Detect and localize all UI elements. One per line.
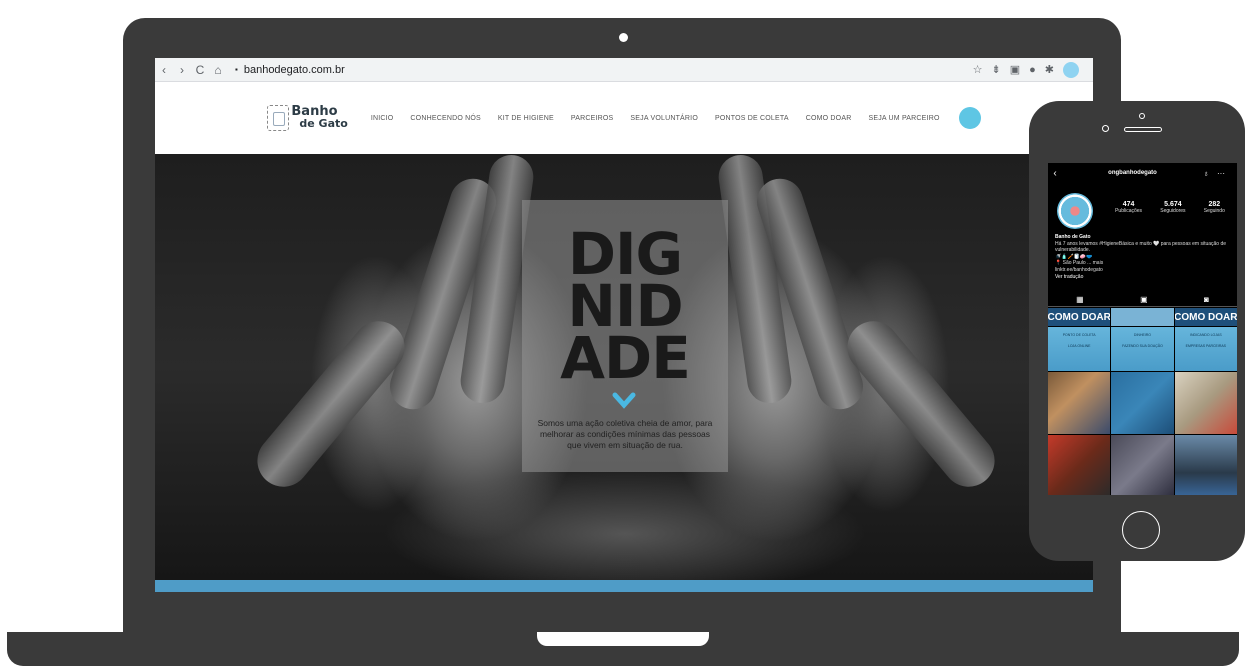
hero-bottom-strip (155, 580, 1093, 592)
url-text: banhodegato.com.br (243, 63, 345, 76)
ig-post[interactable]: DINHEIRO FAZENDO SUA DOAÇÃO (1111, 327, 1174, 371)
logo-mark-icon (267, 105, 290, 131)
tagged-icon[interactable]: ◙ (1204, 295, 1209, 304)
phone-speaker (1124, 127, 1162, 132)
hero-panel: DIG NID ADE Somos uma ação coletiva chei… (522, 200, 728, 472)
ig-bio: Banho de Gato Há 7 anos levamos #Higiene… (1055, 234, 1233, 280)
lock-icon: ▪ (235, 65, 238, 74)
address-bar[interactable]: ▪ banhodegato.com.br (235, 64, 345, 76)
ig-post[interactable] (1048, 372, 1111, 434)
phone-sensor (1139, 113, 1145, 119)
ig-post-grid: COMO DOAR COMO DOAR PONTO DE COLETA LOJA… (1048, 308, 1237, 495)
nav-item-pontos[interactable]: PONTOS DE COLETA (715, 115, 789, 122)
chevron-down-icon[interactable] (612, 388, 636, 412)
ig-stat-following[interactable]: 282 Seguindo (1204, 201, 1225, 214)
hand-image (836, 310, 1006, 498)
browser-toolbar: ‹ › C ⌂ ▪ banhodegato.com.br ☆ ⇟ ▣ ● ✱ (155, 58, 1093, 82)
ig-top-bar: ‹ ongbanhodegato ♁ ··· (1048, 167, 1237, 179)
reload-icon[interactable]: C (191, 63, 209, 77)
ig-name: Banho de Gato (1055, 234, 1091, 240)
ig-tabs: ▦ ▣ ◙ (1048, 293, 1237, 307)
instagram-profile: ‹ ongbanhodegato ♁ ··· 474 Publicações 5.… (1048, 163, 1237, 495)
phone-camera (1102, 125, 1109, 132)
profile-avatar[interactable] (1063, 61, 1079, 78)
donate-badge-icon[interactable] (958, 107, 981, 129)
ig-stats: 474 Publicações 5.674 Seguidores 282 Seguin… (1106, 201, 1234, 214)
laptop-notch (537, 632, 709, 646)
nav-item-conhecendo[interactable]: CONHECENDO NÓS (410, 115, 480, 122)
ig-translate[interactable]: Ver tradução (1055, 274, 1233, 281)
nav-item-voluntario[interactable]: SEJA VOLUNTÁRIO (630, 115, 698, 122)
ig-post[interactable] (1048, 435, 1111, 495)
hand-image (246, 310, 416, 498)
ig-post[interactable] (1111, 372, 1174, 434)
nav-item-seja-parceiro[interactable]: SEJA UM PARCEIRO (868, 115, 939, 122)
ig-post[interactable] (1111, 435, 1174, 495)
home-button[interactable] (1122, 511, 1160, 549)
back-arrow-icon[interactable]: ‹ (1048, 168, 1062, 179)
ig-post[interactable]: INDICANDO LOJAS EMPRESAS PARCEIRAS (1174, 327, 1237, 371)
nav-item-parceiros[interactable]: PARCEIROS (571, 115, 614, 122)
hero-word-3: ADE (560, 324, 691, 392)
ig-post[interactable]: COMO DOAR (1174, 308, 1237, 326)
ig-post[interactable] (1174, 372, 1237, 434)
ig-top-icons: ♁ ··· (1203, 169, 1237, 178)
hero-description: Somos uma ação coletiva cheia de amor, p… (537, 418, 713, 450)
nav-item-como-doar[interactable]: COMO DOAR (806, 115, 852, 122)
hero-banner: DIG NID ADE Somos uma ação coletiva chei… (155, 154, 1093, 580)
puzzle-icon[interactable]: ✱ (1045, 63, 1054, 76)
logo-word-2: de Gato (299, 117, 348, 130)
laptop-camera (619, 33, 628, 42)
ig-post[interactable] (1111, 308, 1174, 326)
ig-stat-followers[interactable]: 5.674 Seguidores (1160, 201, 1185, 214)
bell-icon[interactable]: ♁ (1203, 169, 1209, 178)
forward-icon[interactable]: › (173, 63, 191, 77)
ig-handle: ongbanhodegato (1108, 170, 1157, 176)
back-icon[interactable]: ‹ (155, 63, 173, 77)
extension-icons: ☆ ⇟ ▣ ● ✱ (973, 61, 1093, 78)
extension-icon[interactable]: ⇟ (992, 63, 1001, 76)
tracker-icon[interactable]: ● (1029, 64, 1036, 76)
ig-avatar[interactable] (1057, 193, 1093, 229)
nav-item-kit[interactable]: KIT DE HIGIENE (498, 115, 554, 122)
laptop-screen: ‹ › C ⌂ ▪ banhodegato.com.br ☆ ⇟ ▣ ● ✱ B… (155, 58, 1093, 592)
bookmark-star-icon[interactable]: ☆ (973, 63, 983, 76)
ig-post[interactable]: COMO DOAR (1048, 308, 1111, 326)
reels-icon[interactable]: ▣ (1140, 295, 1148, 304)
site-header: Banho de Gato INICIO CONHECENDO NÓS KIT … (155, 82, 1093, 154)
ig-post[interactable]: PONTO DE COLETA LOJA ONLINE (1048, 327, 1111, 371)
ig-location: 📍 São Paulo ... mais (1055, 260, 1104, 267)
nav-item-inicio[interactable]: INICIO (371, 115, 394, 122)
mockup-stage: ‹ › C ⌂ ▪ banhodegato.com.br ☆ ⇟ ▣ ● ✱ B… (0, 0, 1246, 666)
ig-bio-text: Há 7 anos levamos #HigieneBásica e muito… (1055, 240, 1227, 254)
ig-stat-posts[interactable]: 474 Publicações (1115, 201, 1142, 214)
home-icon[interactable]: ⌂ (209, 63, 227, 77)
reader-icon[interactable]: ▣ (1010, 63, 1020, 76)
grid-icon[interactable]: ▦ (1076, 295, 1084, 304)
logo-text: Banho de Gato (291, 105, 348, 130)
more-icon[interactable]: ··· (1217, 169, 1225, 178)
ig-link[interactable]: linktr.ee/banhodegato (1055, 267, 1233, 274)
ig-post[interactable] (1174, 435, 1237, 495)
site-logo[interactable]: Banho de Gato (267, 105, 348, 131)
